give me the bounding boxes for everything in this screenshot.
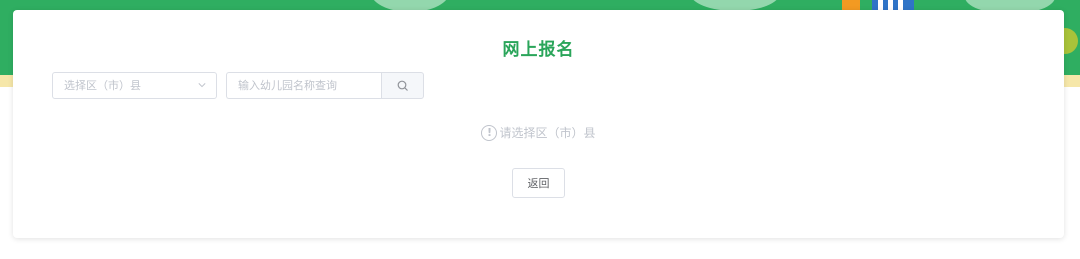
page-title: 网上报名 bbox=[502, 40, 575, 60]
district-select[interactable]: 选择区（市）县 bbox=[52, 72, 217, 99]
search-icon bbox=[397, 80, 408, 91]
kindergarten-search-input[interactable] bbox=[226, 72, 382, 99]
district-select-placeholder: 选择区（市）县 bbox=[64, 79, 141, 92]
search-button[interactable] bbox=[381, 72, 424, 99]
exclamation-circle-icon: ! bbox=[481, 124, 498, 141]
chevron-down-icon bbox=[198, 83, 206, 88]
empty-state: ! 请选择区（市）县 bbox=[13, 124, 1064, 141]
registration-card: 网上报名 选择区（市）县 ! 请选择区（市）县 返回 bbox=[13, 10, 1064, 238]
empty-state-message: 请选择区（市）县 bbox=[499, 126, 596, 140]
back-button[interactable]: 返回 bbox=[512, 168, 565, 198]
